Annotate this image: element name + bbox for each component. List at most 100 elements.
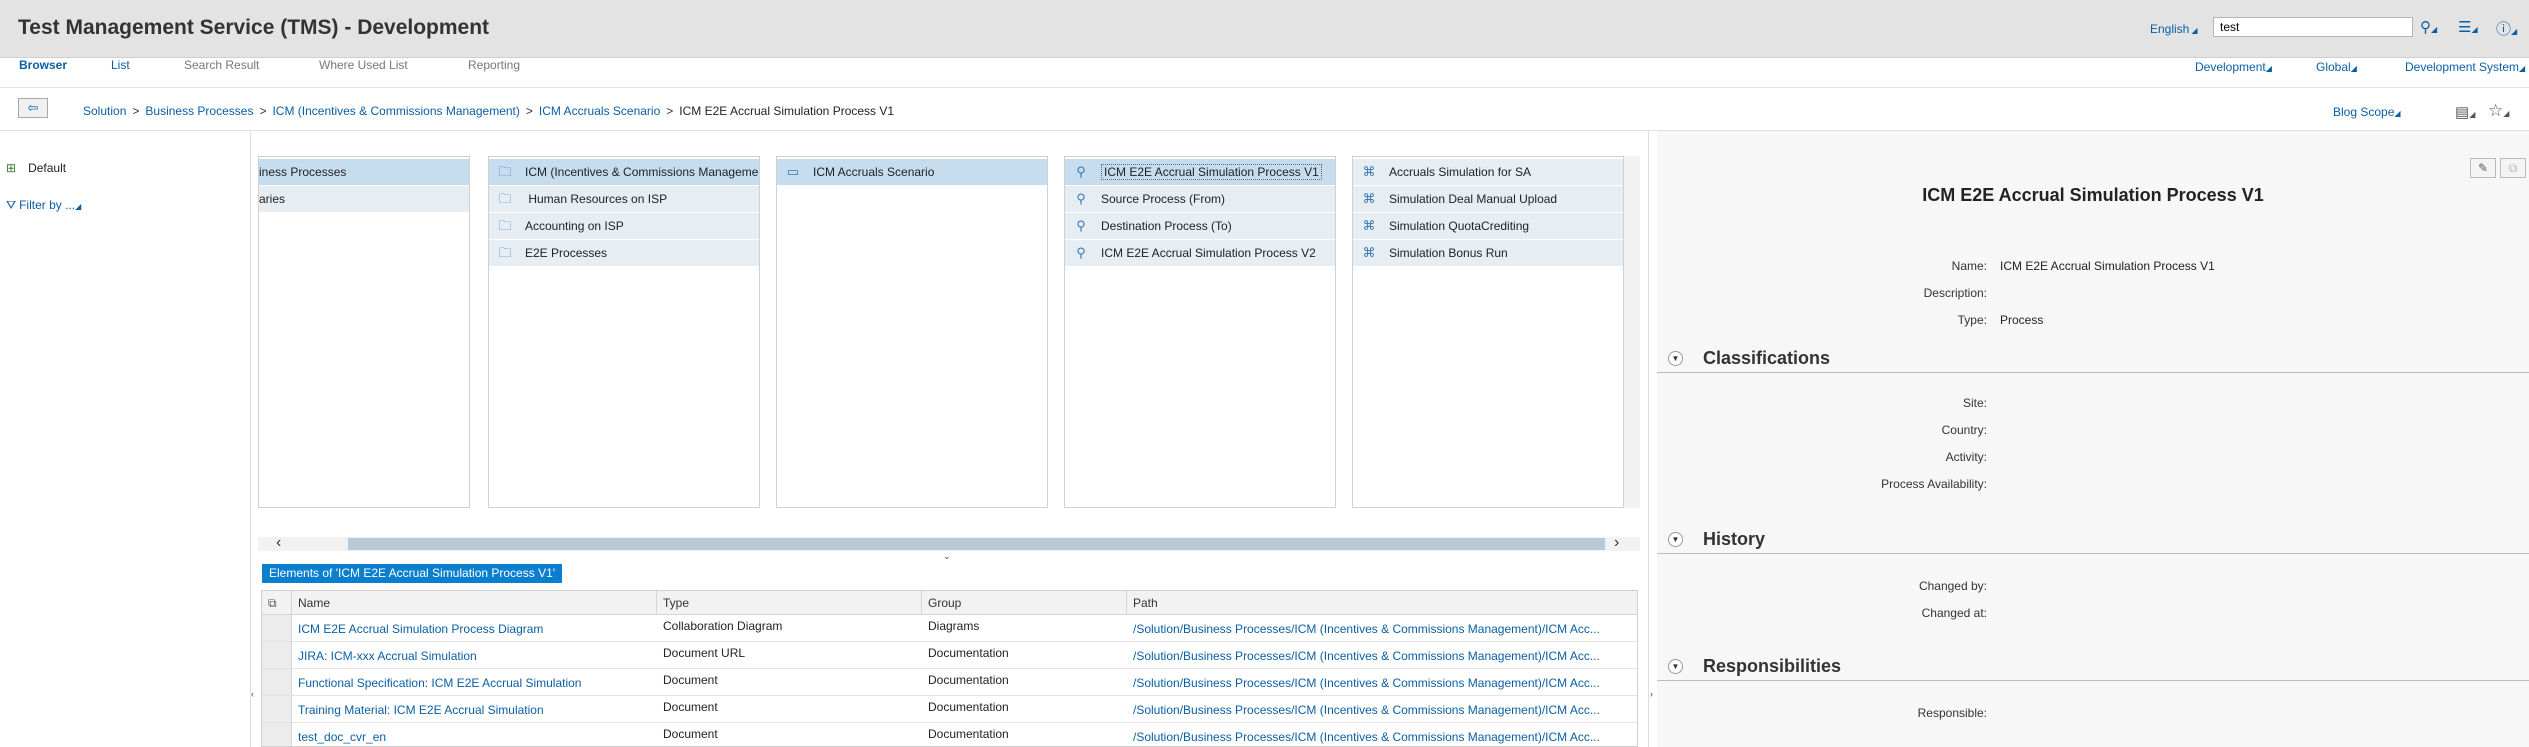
section-title: Classifications (1703, 348, 1831, 368)
browser-item[interactable]: 🗀 ICM (Incentives & Commissions Managemen… (489, 159, 759, 185)
navigation-tabs: Browser List Search Result Where Used Li… (0, 58, 2529, 88)
responsibilities-section[interactable]: ▼ Responsibilities (1657, 654, 2529, 681)
select-all-header[interactable]: ⧉ (262, 591, 292, 615)
tab-development[interactable]: Development◢ (2195, 60, 2272, 76)
element-path-link[interactable]: /Solution/Business Processes/ICM (Incent… (1127, 642, 1627, 669)
element-path-link[interactable]: /Solution/Business Processes/ICM (Incent… (1127, 696, 1627, 723)
activity-label: Activity: (1945, 450, 1987, 464)
row-selector[interactable] (262, 696, 292, 722)
tab-list[interactable]: List (111, 58, 130, 72)
element-path-link[interactable]: /Solution/Business Processes/ICM (Incent… (1127, 669, 1627, 696)
chevron-left-icon[interactable]: ‹ (276, 534, 281, 552)
back-button[interactable]: ⇦ (18, 98, 48, 118)
element-name-link[interactable]: JIRA: ICM-xxx Accrual Simulation (292, 642, 657, 669)
table-row[interactable]: ICM E2E Accrual Simulation Process Diagr… (262, 615, 1637, 642)
browser-item[interactable]: 🗀 Accounting on ISP (489, 213, 759, 239)
browser-column: 🗀 ICM (Incentives & Commissions Managemen… (488, 156, 760, 508)
list-icon[interactable]: ☰◢ (2458, 18, 2478, 36)
site-label: Site: (1962, 396, 1987, 410)
breadcrumb-item[interactable]: ICM Accruals Scenario (539, 104, 660, 118)
breadcrumb-item[interactable]: Solution (83, 104, 126, 118)
variant-selector[interactable]: ⊞ Default (6, 161, 66, 175)
element-name-link[interactable]: Functional Specification: ICM E2E Accrua… (292, 669, 657, 696)
row-selector[interactable] (262, 642, 292, 668)
blog-scope-link[interactable]: Blog Scope◢ (2333, 105, 2401, 119)
browser-item[interactable]: ⌘ Simulation Bonus Run (1353, 240, 1623, 266)
vertical-scrollbar[interactable] (1624, 156, 1640, 508)
row-selector[interactable] (262, 669, 292, 695)
scrollbar-thumb[interactable] (348, 538, 1605, 550)
scenario-icon: ▭ (786, 164, 800, 179)
element-name-link[interactable]: test_doc_cvr_en (292, 723, 657, 746)
tab-where-used-list[interactable]: Where Used List (319, 58, 408, 72)
element-path-link[interactable]: /Solution/Business Processes/ICM (Incent… (1127, 723, 1627, 746)
tab-browser[interactable]: Browser (19, 58, 67, 72)
folder-icon: 🗀 (498, 164, 512, 179)
process-icon: ⚲ (1076, 164, 1086, 179)
browser-item[interactable]: ⌘ Simulation QuotaCrediting (1353, 213, 1623, 239)
left-splitter[interactable]: ‹ (250, 131, 257, 747)
browser-item[interactable]: iness Processes (259, 159, 469, 185)
chevron-down-icon: ◢ (2191, 26, 2198, 35)
history-section[interactable]: ▼ History (1657, 527, 2529, 554)
element-type: Document (663, 700, 718, 714)
tab-global[interactable]: Global◢ (2316, 60, 2357, 76)
row-selector[interactable] (262, 723, 292, 746)
browser-item[interactable]: 🗀 E2E Processes (489, 240, 759, 266)
edit-button[interactable]: ✎ (2470, 158, 2496, 178)
browser-item[interactable]: 🗀 Human Resources on ISP (489, 186, 759, 212)
tab-development-system[interactable]: Development System◢ (2405, 60, 2525, 76)
filter-icon: ⛛ (6, 198, 17, 212)
browser-item[interactable]: ⚲ Source Process (From) (1065, 186, 1335, 212)
browser-item[interactable]: aries (259, 186, 469, 212)
search-input[interactable] (2213, 17, 2413, 37)
element-name-link[interactable]: ICM E2E Accrual Simulation Process Diagr… (292, 615, 657, 642)
help-icon[interactable]: ⓘ◢ (2496, 18, 2517, 39)
tab-search-result[interactable]: Search Result (184, 58, 259, 72)
print-icon[interactable]: ▤◢ (2455, 103, 2475, 121)
chevron-right-icon[interactable]: › (1614, 534, 1619, 552)
step-icon: ⌘ (1362, 164, 1376, 179)
browser-item[interactable]: ⚲ Destination Process (To) (1065, 213, 1335, 239)
step-icon: ⌘ (1362, 218, 1376, 233)
breadcrumb-item[interactable]: Business Processes (145, 104, 253, 118)
collapse-icon[interactable]: ▼ (1668, 351, 1683, 366)
changed-by-label: Changed by: (1918, 579, 1987, 593)
column-header-path[interactable]: Path (1127, 591, 1637, 615)
horizontal-scrollbar[interactable]: ‹ › (258, 534, 1640, 552)
browser-item[interactable]: ⌘ Accruals Simulation for SA (1353, 159, 1623, 185)
table-row[interactable]: Training Material: ICM E2E Accrual Simul… (262, 696, 1637, 723)
folder-icon: 🗀 (498, 245, 512, 260)
name-value: ICM E2E Accrual Simulation Process V1 (2000, 259, 2215, 273)
browser-item[interactable]: ⚲ ICM E2E Accrual Simulation Process V2 (1065, 240, 1335, 266)
filter-by-link[interactable]: ⛛ Filter by ...◢ (6, 198, 81, 213)
classifications-section[interactable]: ▼ Classifications (1657, 346, 2529, 373)
copy-button[interactable]: ⧉ (2500, 158, 2526, 178)
column-header-name[interactable]: Name (292, 591, 657, 615)
language-selector[interactable]: English ◢ (2150, 22, 2198, 36)
process-icon: ⚲ (1076, 245, 1086, 260)
browser-item[interactable]: ⌘ Simulation Deal Manual Upload (1353, 186, 1623, 212)
table-row[interactable]: Functional Specification: ICM E2E Accrua… (262, 669, 1637, 696)
column-header-type[interactable]: Type (657, 591, 922, 615)
collapse-icon[interactable]: ▼ (1668, 659, 1683, 674)
binoculars-icon[interactable]: ⚲◢ (2420, 18, 2437, 36)
table-row[interactable]: JIRA: ICM-xxx Accrual Simulation Documen… (262, 642, 1637, 669)
chevron-down-icon[interactable]: ⌄ (943, 551, 951, 562)
browser-item[interactable]: ⚲ ICM E2E Accrual Simulation Process V1 (1065, 159, 1335, 185)
step-icon: ⌘ (1362, 245, 1376, 260)
collapse-icon[interactable]: ▼ (1668, 532, 1683, 547)
element-type: Document (663, 727, 718, 741)
column-header-group[interactable]: Group (922, 591, 1127, 615)
breadcrumb-item[interactable]: ICM (Incentives & Commissions Management… (272, 104, 519, 118)
browser-item[interactable]: ▭ ICM Accruals Scenario (777, 159, 1047, 185)
right-splitter[interactable]: › (1648, 131, 1655, 747)
element-path-link[interactable]: /Solution/Business Processes/ICM (Incent… (1127, 615, 1627, 642)
browser-column: ⚲ ICM E2E Accrual Simulation Process V1 ⚲… (1064, 156, 1336, 508)
tab-reporting[interactable]: Reporting (468, 58, 520, 72)
element-name-link[interactable]: Training Material: ICM E2E Accrual Simul… (292, 696, 657, 723)
table-row[interactable]: test_doc_cvr_en Document Documentation /… (262, 723, 1637, 746)
element-group: Documentation (928, 673, 1009, 687)
row-selector[interactable] (262, 615, 292, 641)
star-icon[interactable]: ☆◢ (2488, 101, 2509, 121)
